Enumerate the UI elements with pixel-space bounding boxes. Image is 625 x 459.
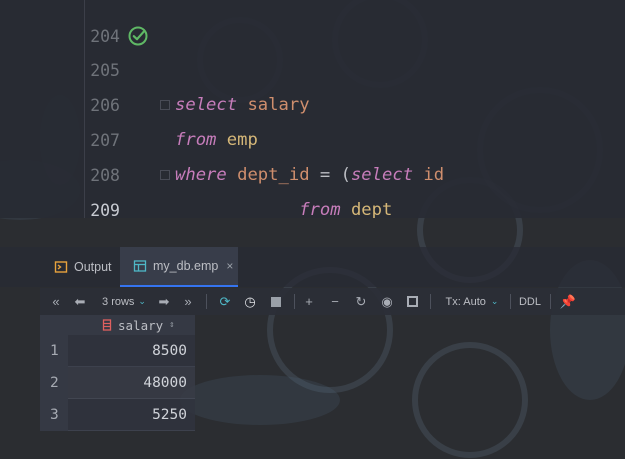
column-header-salary[interactable]: salary ⇕ xyxy=(102,315,175,335)
tx-mode-label: Tx: Auto xyxy=(445,295,486,308)
code-line[interactable]: 204 xyxy=(0,0,625,46)
code-token: dept xyxy=(350,200,393,218)
ddl-label: DDL xyxy=(518,295,541,308)
prev-icon[interactable]: ⬅ xyxy=(72,288,88,315)
fold-marker-icon[interactable] xyxy=(160,170,170,180)
sql-editor[interactable]: 204 205 select salary 206 from emp 207 w… xyxy=(0,0,625,218)
code-text[interactable]: from dept xyxy=(175,193,392,218)
chevron-down-icon: ⌄ xyxy=(490,296,499,306)
line-number: 209 xyxy=(90,201,120,218)
table-row[interactable]: 3 5250 xyxy=(40,399,195,431)
toolbar-separator xyxy=(510,294,511,309)
view-icon[interactable]: ◉ xyxy=(379,288,395,315)
result-grid[interactable]: salary ⇕ 1 8500 2 48000 3 5250 xyxy=(40,315,195,433)
results-tab-bar: Output my_db.emp × xyxy=(0,247,625,287)
code-line-active[interactable]: 209 where name = '财务部'); xyxy=(0,158,625,218)
column-type-icon xyxy=(102,319,112,331)
output-console-icon xyxy=(54,261,68,273)
salary-cell[interactable]: 48000 xyxy=(68,367,195,399)
save-icon[interactable] xyxy=(404,288,420,315)
remove-row-icon[interactable]: − xyxy=(327,288,343,315)
toolbar-separator xyxy=(430,294,431,309)
rows-count-label: 3 rows xyxy=(102,295,135,308)
pin-icon[interactable]: 📌 xyxy=(560,288,576,315)
table-row[interactable]: 1 8500 xyxy=(40,335,195,367)
next-icon[interactable]: ➡ xyxy=(156,288,172,315)
toolbar-separator xyxy=(206,294,207,309)
row-number: 1 xyxy=(40,335,68,367)
chevron-down-icon: ⌄ xyxy=(138,296,146,306)
add-row-icon[interactable]: + xyxy=(301,288,317,315)
salary-cell[interactable]: 5250 xyxy=(68,399,195,431)
tab-output-label: Output xyxy=(74,260,112,274)
tab-output[interactable]: Output xyxy=(48,247,118,287)
tab-result-label: my_db.emp xyxy=(153,259,219,273)
column-header-label: salary xyxy=(118,317,164,333)
first-page-icon[interactable]: « xyxy=(48,288,64,315)
history-icon[interactable]: ◷ xyxy=(241,288,259,315)
revert-icon[interactable]: ↻ xyxy=(353,288,369,315)
tab-my-db-emp[interactable]: my_db.emp × xyxy=(120,247,238,287)
last-page-icon[interactable]: » xyxy=(180,288,196,315)
code-line[interactable]: 208 from dept xyxy=(0,123,625,218)
grid-header: salary ⇕ xyxy=(40,315,195,335)
row-number: 2 xyxy=(40,367,68,399)
salary-cell[interactable]: 8500 xyxy=(68,335,195,367)
close-icon[interactable]: × xyxy=(226,259,233,273)
table-grid-icon xyxy=(133,260,147,272)
tx-mode-selector[interactable]: Tx: Auto ⌄ xyxy=(440,288,504,315)
refresh-icon[interactable]: ⟳ xyxy=(216,288,234,315)
sort-icon[interactable]: ⇕ xyxy=(169,320,174,330)
fold-marker-icon[interactable] xyxy=(160,100,170,110)
stop-icon[interactable] xyxy=(268,288,284,315)
rows-selector[interactable]: 3 rows ⌄ xyxy=(98,288,150,315)
code-line[interactable]: 207 where dept_id = (select id xyxy=(0,88,625,185)
ddl-button[interactable]: DDL xyxy=(516,288,544,315)
toolbar-separator xyxy=(550,294,551,309)
results-toolbar: « ⬅ 3 rows ⌄ ➡ » ⟳ ◷ + − ↻ ◉ Tx: Auto ⌄ … xyxy=(40,288,625,315)
check-circle-icon[interactable] xyxy=(127,25,149,47)
code-line[interactable]: 206 from emp xyxy=(0,53,625,150)
table-row[interactable]: 2 48000 xyxy=(40,367,195,399)
code-token: from xyxy=(299,200,341,218)
toolbar-separator xyxy=(294,294,295,309)
code-line[interactable]: 205 select salary xyxy=(0,18,625,115)
row-number: 3 xyxy=(40,399,68,431)
